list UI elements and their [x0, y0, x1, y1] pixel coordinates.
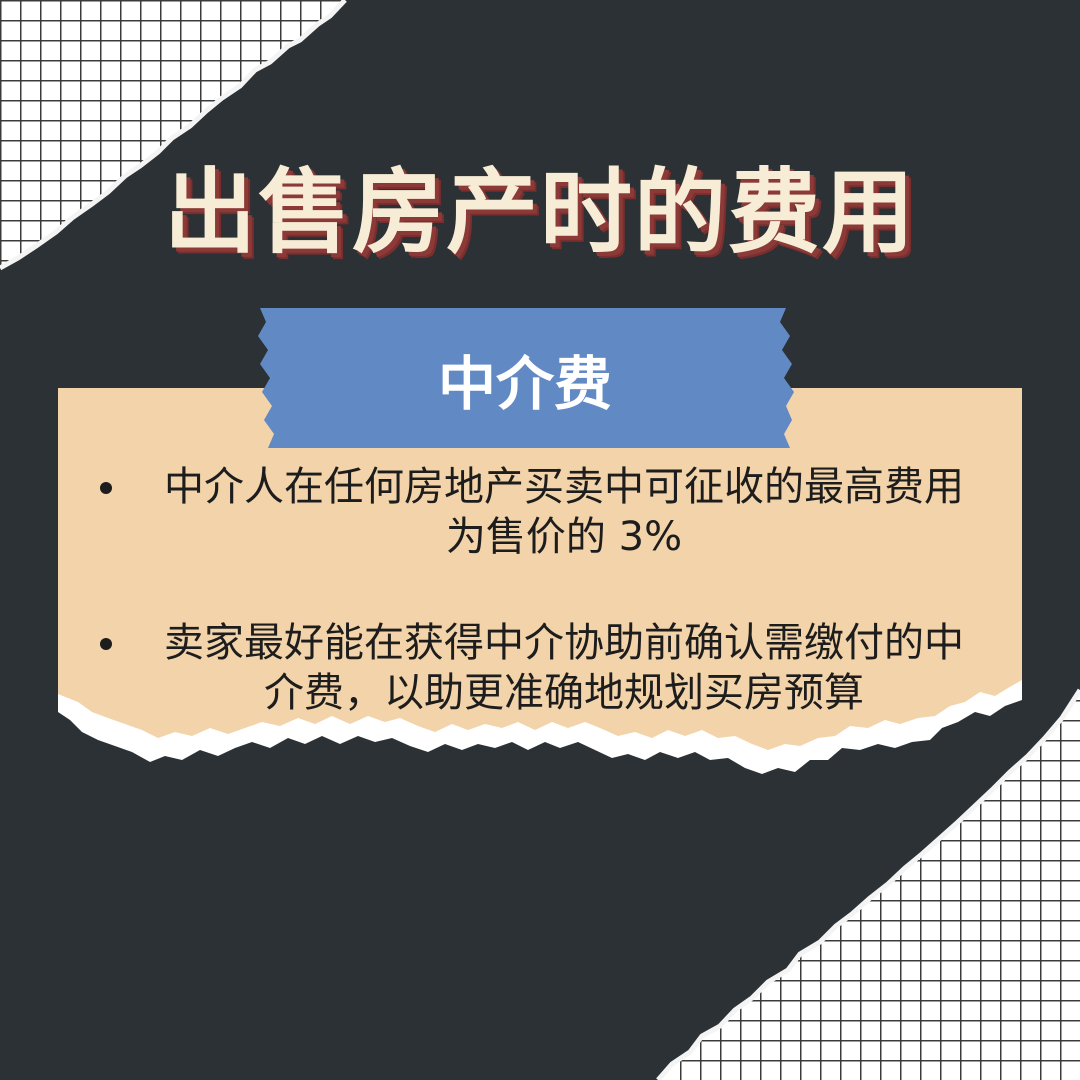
bullet-text: 中介人在任何房地产买卖中可征收的最高费用为售价的 3% [164, 464, 964, 560]
bullet-dot-icon [100, 482, 112, 494]
list-item: 卖家最好能在获得中介协助前确认需缴付的中介费，以助更准确地规划买房预算 [100, 618, 980, 718]
bullet-dot-icon [100, 638, 112, 650]
poster-title: 出售房产时的费用 [163, 159, 916, 266]
section-label: 中介费 [437, 350, 612, 418]
list-item: 中介人在任何房地产买卖中可征收的最高费用为售价的 3% [100, 462, 980, 562]
poster: 出售房产时的费用 中介费 中介人在任何房地产买卖中可征收的最高费用为售价的 3%… [0, 0, 1080, 1080]
bullet-text: 卖家最好能在获得中介协助前确认需缴付的中介费，以助更准确地规划买房预算 [164, 620, 964, 716]
bullet-list: 中介人在任何房地产买卖中可征收的最高费用为售价的 3% 卖家最好能在获得中介协助… [100, 462, 980, 718]
